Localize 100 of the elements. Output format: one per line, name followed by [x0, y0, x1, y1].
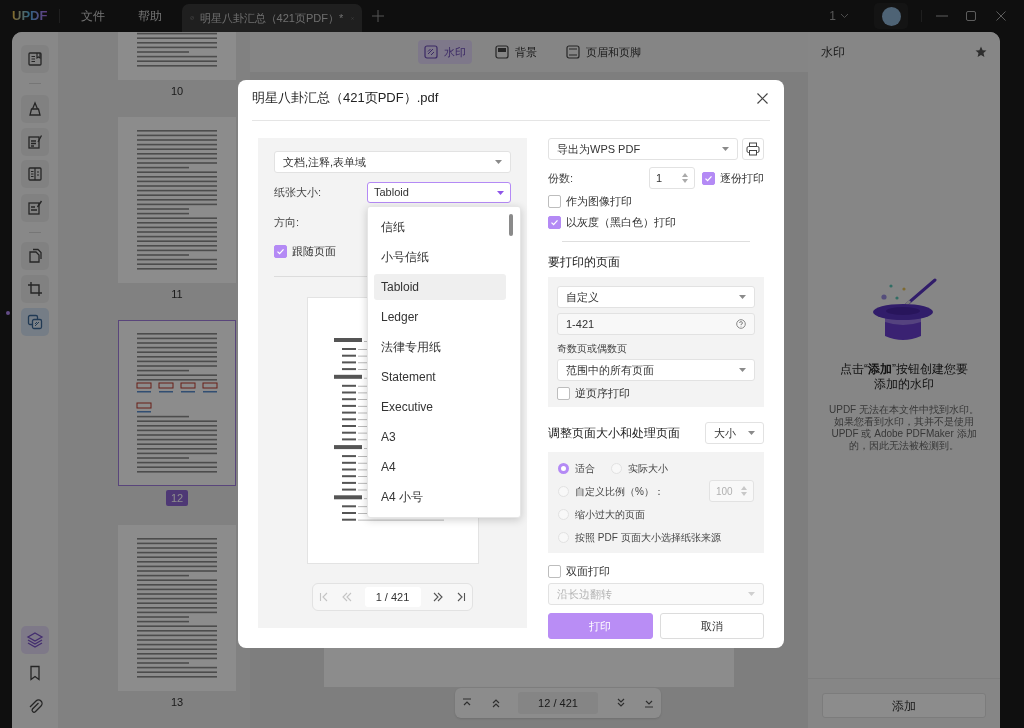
crop-icon	[26, 280, 44, 298]
checkbox-label: 逆页序打印	[575, 385, 630, 401]
page-thumbnail[interactable]	[118, 117, 236, 283]
dropdown-option[interactable]: Ledger	[374, 304, 506, 330]
dropdown-option[interactable]: 法律专用纸	[374, 334, 506, 360]
tool-button[interactable]	[21, 128, 49, 156]
caret-icon	[739, 295, 746, 299]
double-chevron-right-icon	[433, 592, 444, 602]
dropdown-select[interactable]: 导出为WPS PDF	[548, 138, 738, 160]
caret-icon	[497, 190, 504, 195]
dropdown-option[interactable]: 小号信纸	[374, 244, 506, 270]
dialog-button[interactable]: 取消	[659, 613, 764, 639]
section-title: 要打印的页面	[548, 254, 621, 271]
columns-document-icon	[26, 165, 44, 183]
checkbox[interactable]	[548, 194, 561, 208]
next-page-button[interactable]	[433, 592, 444, 602]
close-icon	[757, 92, 768, 104]
checkbox[interactable]	[548, 564, 561, 578]
caret-icon	[739, 368, 746, 372]
tool-button[interactable]	[21, 275, 49, 303]
field-label: 奇数页或偶数页	[557, 342, 628, 356]
checkbox-label: 以灰度（黑白色）打印	[566, 214, 676, 230]
checkbox[interactable]	[274, 244, 287, 258]
last-page-icon	[456, 592, 466, 602]
plus-icon	[372, 10, 385, 22]
dropdown-option[interactable]: Tabloid	[374, 274, 506, 300]
checkbox[interactable]	[548, 215, 561, 229]
tool-button[interactable]	[21, 45, 49, 73]
spinner-icon	[741, 486, 747, 496]
add-button[interactable]: 添加	[822, 693, 986, 718]
page-number-field[interactable]: 1 / 421	[364, 587, 421, 607]
dropdown-option[interactable]: A3	[374, 424, 506, 450]
caret-icon	[748, 431, 755, 435]
checkbox-label: 逐份打印	[720, 170, 764, 186]
copies-field[interactable]: 1	[649, 167, 695, 189]
printer-button[interactable]	[742, 138, 764, 160]
dropdown-option[interactable]: Executive	[374, 394, 506, 420]
caret-icon	[495, 160, 502, 164]
printer-icon	[746, 142, 760, 156]
close-button[interactable]	[755, 90, 770, 106]
caret-icon	[722, 147, 729, 151]
stacked-squares-icon	[26, 313, 44, 331]
marker-icon	[26, 100, 44, 118]
layers-icon	[26, 631, 44, 649]
page-number: 13	[170, 695, 184, 709]
toolbar-tab[interactable]: 页眉和页脚	[559, 40, 647, 64]
scrollbar-thumb[interactable]	[509, 214, 513, 236]
dropdown-option[interactable]: Statement	[374, 364, 506, 390]
checkbox[interactable]	[702, 171, 715, 185]
radio-label: 适合	[575, 461, 595, 476]
page-thumbnail[interactable]	[118, 320, 236, 486]
tool-button[interactable]	[21, 160, 49, 188]
checkbox[interactable]	[557, 386, 570, 400]
checkbox-label: 双面打印	[566, 563, 610, 579]
dropdown-select[interactable]: 大小	[705, 422, 764, 444]
checkmark-icon	[550, 217, 559, 227]
last-page-button[interactable]	[456, 592, 466, 602]
pen-document-icon	[26, 133, 44, 151]
maximize-icon	[966, 11, 976, 21]
signature-document-icon	[26, 199, 44, 217]
tool-button[interactable]	[21, 194, 49, 222]
page-number: 12	[165, 490, 189, 506]
dropdown-select[interactable]: 文档,注释,表单域	[274, 151, 511, 173]
radio-button[interactable]	[558, 462, 569, 474]
radio-label: 缩小过大的页面	[575, 507, 645, 522]
help-icon	[736, 319, 746, 329]
dropdown-select[interactable]: 自定义	[557, 286, 755, 308]
field-label: 纸张大小:	[274, 185, 322, 201]
dropdown-select[interactable]: Tabloid	[367, 182, 511, 203]
menu-item[interactable]: 文件	[81, 7, 106, 25]
dropdown-select[interactable]: 范围中的所有页面	[557, 359, 755, 381]
page-range-field[interactable]: 1-421	[557, 313, 755, 335]
menu-item[interactable]: 帮助	[138, 7, 163, 25]
toolbar-tab[interactable]: 背景	[488, 40, 543, 64]
tool-button[interactable]	[21, 95, 49, 123]
page-thumbnail[interactable]	[118, 525, 236, 691]
avatar[interactable]	[881, 6, 901, 26]
new-tab-button[interactable]	[372, 10, 385, 22]
page-number: 11	[171, 287, 183, 301]
tool-button[interactable]	[21, 626, 49, 654]
section-title: 调整页面大小和处理页面	[548, 425, 680, 442]
double-chevron-left-icon	[341, 592, 352, 602]
chevron-down-icon	[840, 13, 849, 19]
page-number-field[interactable]: 12 / 421	[518, 692, 598, 714]
field-label: 份数:	[548, 170, 574, 186]
empty-state-description: UPDF 无法在本文件中找到水印。如果您看到水印，其并不是使用 UPDF 或 Adobe PDFMaker 添加的，因此无法被检测到。	[829, 404, 979, 452]
checkbox-label: 跟随页面	[292, 243, 336, 259]
maximize-button[interactable]	[964, 9, 978, 23]
document-icon	[26, 50, 44, 68]
dropdown-option[interactable]: A4 小号	[374, 484, 506, 510]
dropdown-option[interactable]: 信纸	[374, 214, 506, 240]
spinner-icon	[682, 173, 688, 183]
tool-button[interactable]	[21, 308, 49, 336]
caret-icon	[748, 592, 755, 596]
dropdown-option[interactable]: A4	[374, 454, 506, 480]
checkmark-icon	[276, 246, 285, 256]
tool-button[interactable]	[21, 242, 49, 270]
first-page-icon	[319, 592, 329, 602]
header-footer-icon	[565, 45, 580, 59]
checkbox-label: 作为图像打印	[566, 193, 632, 209]
